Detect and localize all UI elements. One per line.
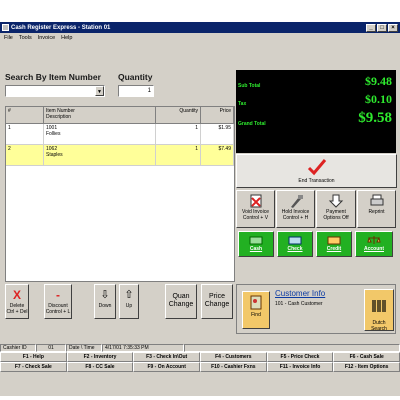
void-invoice-button[interactable]: Void Invoice Control + V [236,190,275,228]
f10-cashier-fxns-button[interactable]: F10 - Cashier Fxns [199,362,267,372]
f4-customers-button[interactable]: F4 - Customers [199,352,267,362]
find-customer-button[interactable]: Find [242,291,270,329]
account-button[interactable]: Account [355,231,393,257]
arrow-down-icon [328,194,344,208]
scale-icon [367,236,381,244]
function-key-bar: F1 - Help F2 - Inventory F3 - Check In\O… [0,352,400,372]
f5-price-check-button[interactable]: F5 - Price Check [266,352,334,362]
tax-value: $0.10 [365,92,392,106]
subtotal-label: Sub Total [238,83,261,89]
menu-invoice[interactable]: Invoice [38,35,55,41]
totals-display: Sub Total $9.48 Tax $0.10 Grand Total $9… [236,70,396,153]
quantity-input[interactable]: 1 [118,85,154,97]
customer-info-title[interactable]: Customer Info [275,289,325,298]
search-input[interactable]: ▼ [5,85,105,97]
void-invoice-icon [250,194,261,208]
datetime-value: 4/17/01 7:35:33 PM [102,344,184,352]
maximize-button[interactable]: □ [377,23,387,32]
up-button[interactable]: ⇧ Up [119,284,139,319]
customer-panel: Find Customer Info 101 - Cash Customer D… [236,284,396,334]
cash-button[interactable]: Cash [238,231,274,257]
minus-icon: - [56,288,60,302]
menu-tools[interactable]: Tools [19,35,32,41]
delete-button[interactable]: X Delete Ctrl + Del [5,284,29,319]
close-button[interactable]: × [388,23,398,32]
invoice-grid: # Item Number Description Quantity Price… [5,106,235,282]
down-button[interactable]: ⇩ Down [94,284,116,319]
grand-total-value: $9.58 [358,110,392,126]
status-bar: Cashier ID 01 Date \ Time 4/17/01 7:35:3… [0,344,400,352]
checkmark-icon [307,159,326,176]
grand-total-label: Grand Total [238,121,266,127]
grid-header: # Item Number Description Quantity Price [6,107,234,124]
price-change-button[interactable]: Price Change [201,284,233,319]
f3-check-in-out-button[interactable]: F3 - Check In\Out [133,352,200,362]
f9-on-account-button[interactable]: F9 - On Account [133,362,200,372]
printer-icon [370,194,383,206]
cashier-id-label: Cashier ID [0,344,36,352]
chevron-down-icon[interactable]: ▼ [95,86,104,96]
menu-bar: File Tools Invoice Help [0,33,400,42]
dutch-search-button[interactable]: Dutch Search [364,289,394,332]
col-number: # [6,107,44,123]
app-icon [2,24,9,31]
col-quantity: Quantity [156,107,201,123]
check-button[interactable]: Check [277,231,313,257]
tax-label: Tax [238,101,247,107]
f1-help-button[interactable]: F1 - Help [0,352,67,362]
minimize-button[interactable]: _ [366,23,376,32]
window-title: Cash Register Express - Station 01 [11,24,111,31]
arrow-down-icon: ⇩ [100,289,110,301]
credit-button[interactable]: Credit [316,231,352,257]
cashier-id: 01 [36,344,66,352]
find-customer-icon [250,295,262,310]
datetime-label: Date \ Time [66,344,102,352]
title-bar: Cash Register Express - Station 01 _ □ × [0,22,400,33]
menu-file[interactable]: File [4,35,13,41]
delete-icon: X [12,288,21,302]
f11-invoice-info-button[interactable]: F11 - Invoice Info [266,362,334,372]
main-window: Cash Register Express - Station 01 _ □ ×… [0,22,400,396]
col-item: Item Number Description [44,107,156,123]
end-transaction-button[interactable]: End Transaction [236,154,397,188]
barcode-icon [372,300,386,312]
arrow-up-icon: ⇧ [124,289,134,301]
hold-invoice-icon [290,195,303,208]
table-row[interactable]: 1 1001 Follies 1 $1.95 [6,124,234,145]
quantity-label: Quantity [118,72,153,82]
f7-check-sale-button[interactable]: F7 - Check Sale [0,362,67,372]
payment-options-button[interactable]: Payment Options Off [316,190,356,228]
search-label: Search By Item Number [5,72,101,82]
f6-cash-sale-button[interactable]: F6 - Cash Sale [333,352,400,362]
menu-help[interactable]: Help [61,35,72,41]
f12-item-options-button[interactable]: F12 - Item Options [333,362,400,372]
customer-name: 101 - Cash Customer [275,301,323,307]
credit-card-icon [327,236,341,245]
discount-button[interactable]: - Discount Control + L [44,284,72,319]
end-transaction-label: End Transaction [298,178,335,184]
cash-icon [249,236,263,245]
quantity-change-button[interactable]: Quan Change [165,284,197,319]
check-icon [288,236,302,245]
f2-inventory-button[interactable]: F2 - Inventory [66,352,134,362]
subtotal-value: $9.48 [365,74,392,88]
col-price: Price [201,107,234,123]
reprint-button[interactable]: Reprint [357,190,396,228]
table-row[interactable]: 2 1062 Staples 1 $7.49 [6,145,234,166]
hold-invoice-button[interactable]: Hold Invoice Control + H [276,190,315,228]
f8-cc-sale-button[interactable]: F8 - CC Sale [66,362,134,372]
